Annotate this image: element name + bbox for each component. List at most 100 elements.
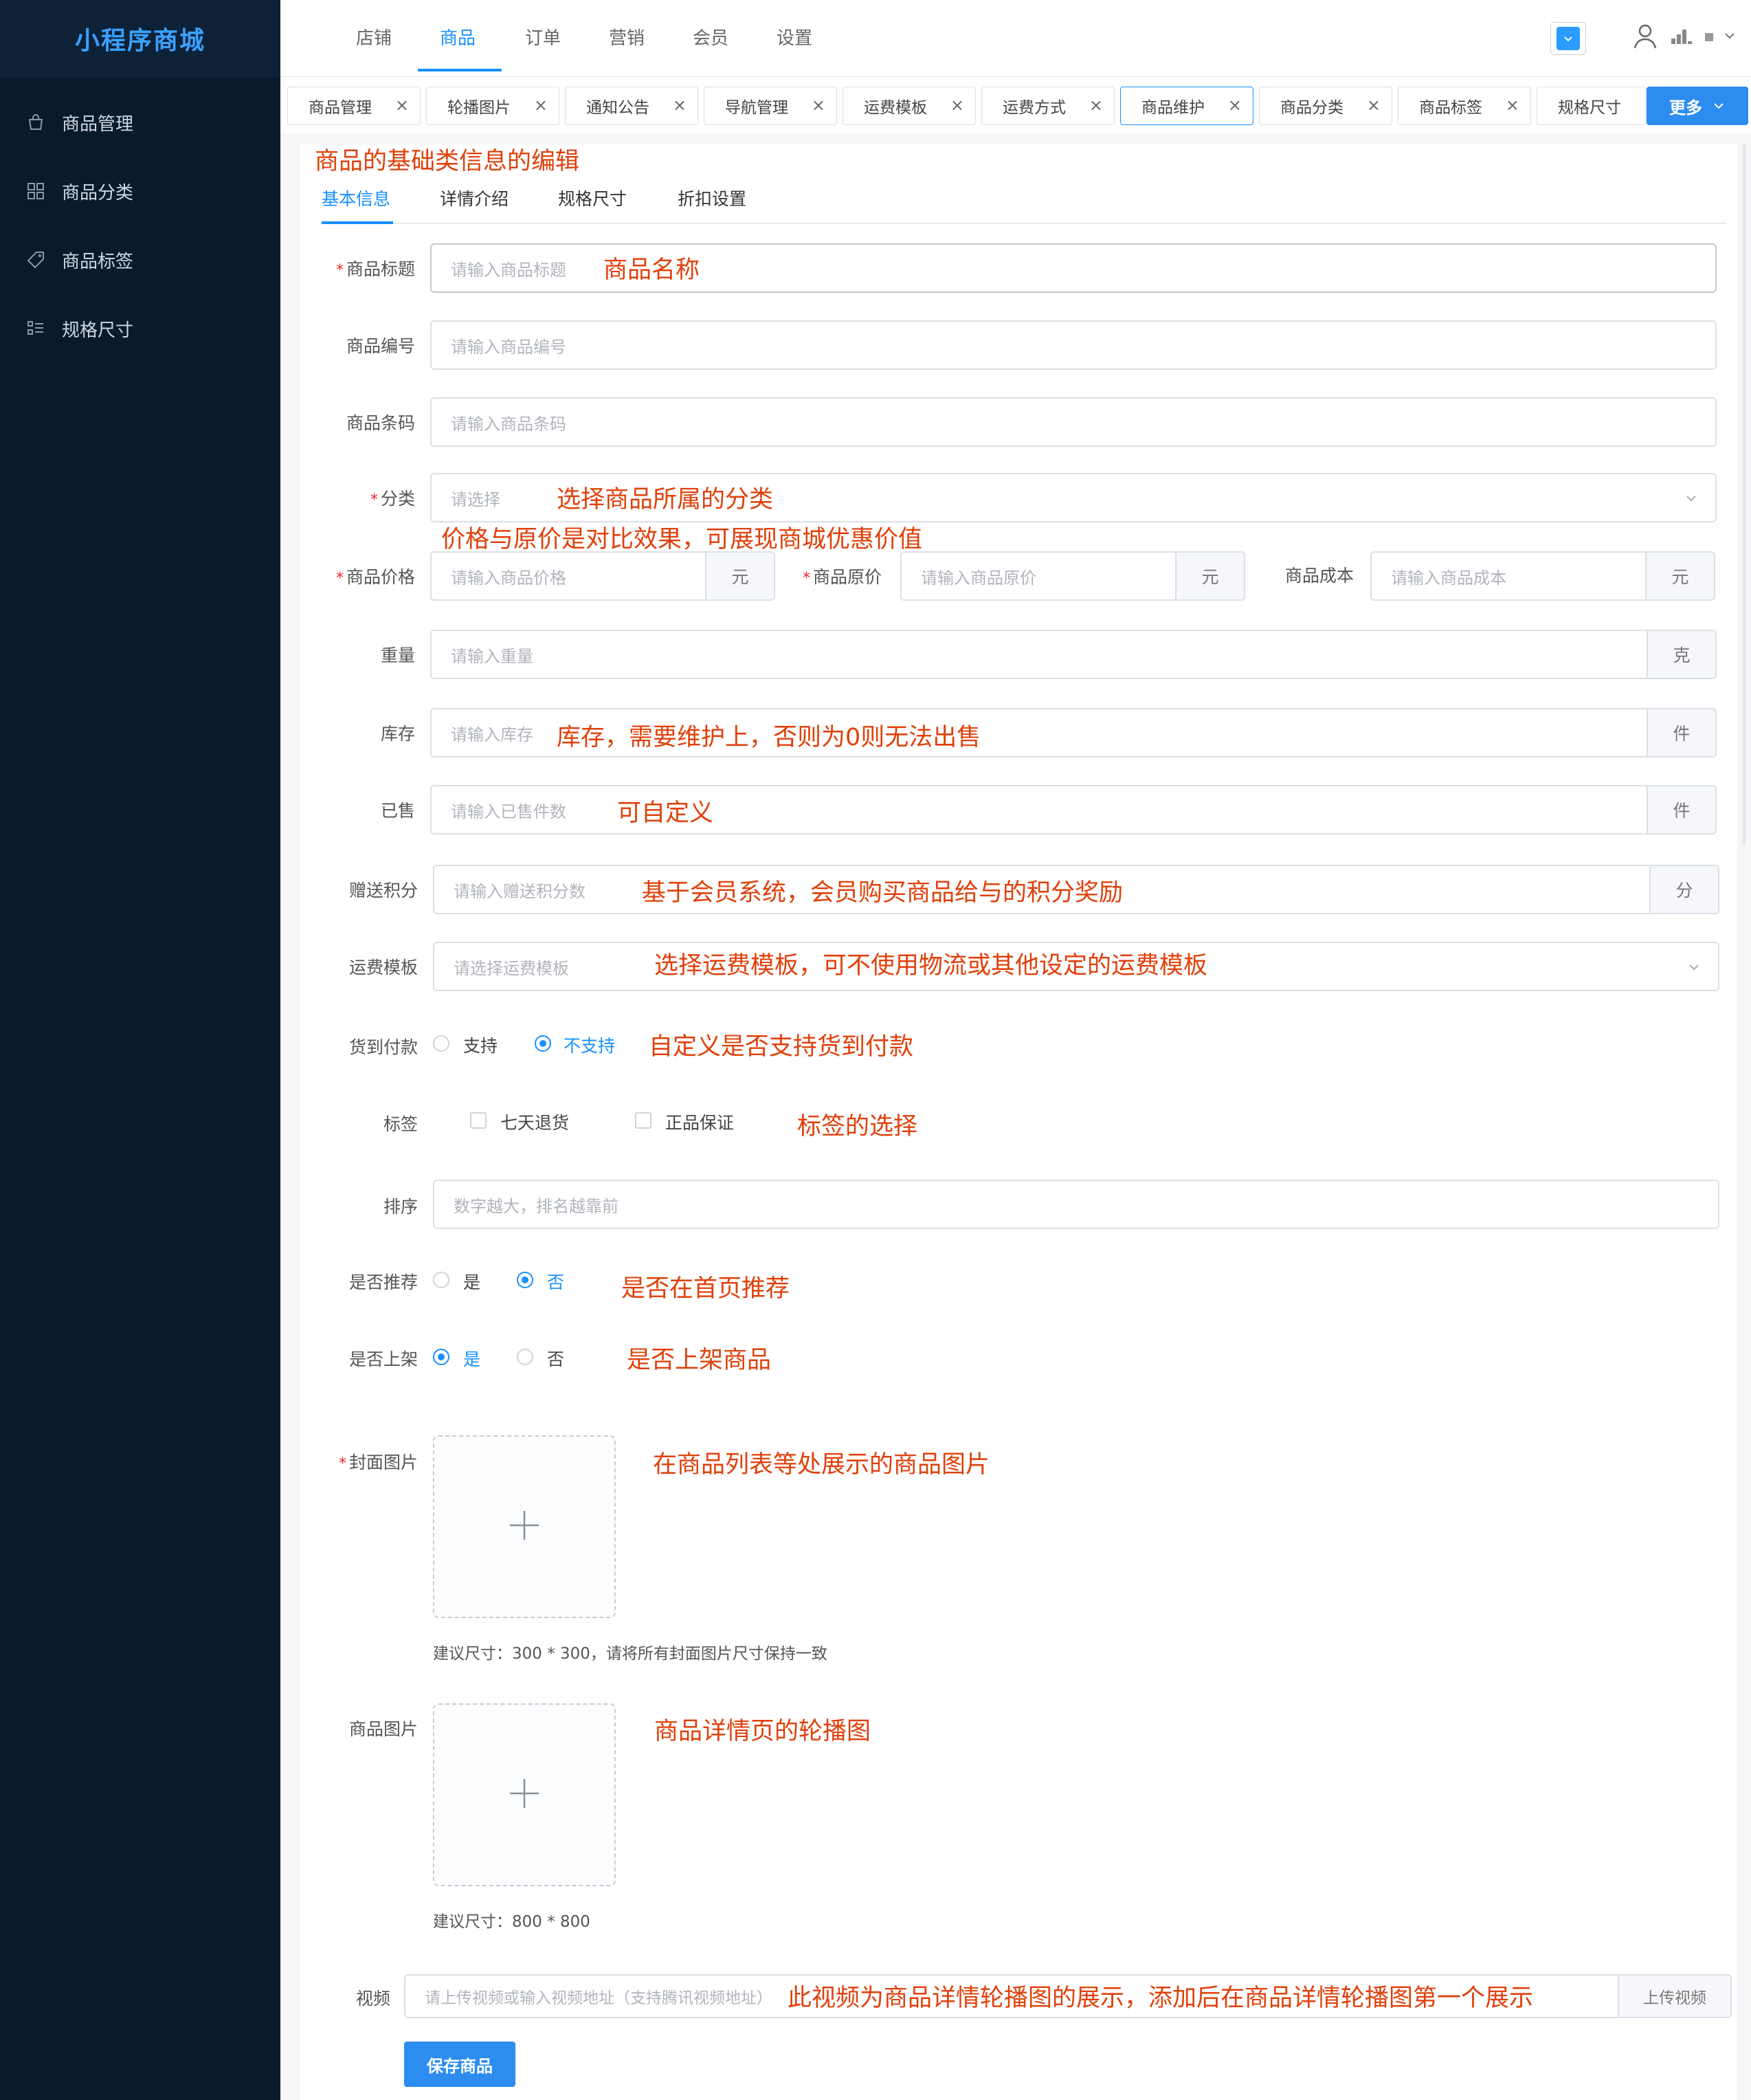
- barcode-input[interactable]: 请输入商品条码: [430, 397, 1717, 447]
- sidebar: 小程序商城 商品管理 商品分类 商品标签 规格尺寸: [0, 0, 280, 2100]
- close-icon[interactable]: ×: [950, 96, 964, 115]
- onsale-no-radio[interactable]: [517, 1349, 533, 1365]
- cost-input[interactable]: 请输入商品成本: [1370, 551, 1647, 601]
- tab-product-category[interactable]: 商品分类 ×: [1259, 87, 1392, 125]
- signal-bars-icon: [1670, 26, 1693, 48]
- user-menu[interactable]: [1630, 16, 1751, 58]
- more-tabs-button[interactable]: 更多: [1647, 87, 1748, 125]
- cod-label: 货到付款: [348, 1037, 418, 1057]
- app-logo[interactable]: 小程序商城: [75, 21, 205, 56]
- close-icon[interactable]: ×: [1367, 96, 1381, 115]
- tags-label: 标签: [383, 1114, 418, 1134]
- sidebar-item-product-category[interactable]: 商品分类: [0, 157, 280, 225]
- tab-label: 商品标签: [1419, 99, 1482, 117]
- code-input[interactable]: 请输入商品编号: [430, 320, 1717, 370]
- sidebar-item-label: 商品标签: [62, 251, 134, 272]
- close-icon[interactable]: ×: [812, 96, 825, 115]
- nav-item-orders[interactable]: 订单: [525, 0, 561, 73]
- sidebar-item-spec-size[interactable]: 规格尺寸: [0, 294, 280, 363]
- annotation-video: 此视频为商品详情轮播图的展示，添加后在商品详情轮播图第一个展示: [788, 1978, 1534, 2013]
- weight-input[interactable]: 请输入重量: [430, 630, 1648, 679]
- close-icon[interactable]: ×: [534, 96, 548, 115]
- nav-item-product[interactable]: 商品: [440, 0, 476, 73]
- annotation-header: 商品的基础类信息的编辑: [315, 148, 580, 175]
- price-input[interactable]: 请输入商品价格: [430, 551, 706, 601]
- cost-label: 商品成本: [1285, 566, 1354, 586]
- tab-carousel-images[interactable]: 轮播图片 ×: [426, 87, 559, 125]
- close-icon[interactable]: ×: [1506, 96, 1519, 115]
- tab-notices[interactable]: 通知公告 ×: [565, 87, 698, 125]
- title-label: * 商品标题: [336, 256, 415, 280]
- tab-shipping-method[interactable]: 运费方式 ×: [981, 87, 1115, 125]
- tag-authentic-label[interactable]: 正品保证: [665, 1109, 734, 1134]
- sidebar-menu: 商品管理 商品分类 商品标签 规格尺寸: [0, 77, 280, 363]
- plus-icon: [509, 1778, 540, 1812]
- tab-product-maintenance[interactable]: 商品维护 ×: [1120, 87, 1253, 125]
- scrollbar[interactable]: [1743, 144, 1746, 845]
- tab-spec-size[interactable]: 规格尺寸: [1537, 87, 1647, 125]
- recommend-no-radio[interactable]: [517, 1272, 533, 1288]
- shipping-placeholder: 请选择运费模板: [454, 958, 569, 978]
- required-mark: *: [803, 570, 810, 587]
- chevron-down-icon: [1557, 27, 1580, 50]
- cod-unsupport-radio[interactable]: [535, 1035, 551, 1052]
- nav-item-store[interactable]: 店铺: [356, 0, 392, 73]
- cod-support-radio[interactable]: [433, 1035, 449, 1052]
- close-icon[interactable]: ×: [1089, 96, 1103, 115]
- cost-unit: 元: [1645, 551, 1715, 601]
- cod-support-label[interactable]: 支持: [463, 1032, 498, 1057]
- tab-navigation-management[interactable]: 导航管理 ×: [704, 87, 837, 125]
- more-label: 更多: [1669, 98, 1702, 118]
- nav-item-settings[interactable]: 设置: [777, 0, 812, 73]
- original-price-label-text: 商品原价: [813, 567, 882, 587]
- chevron-down-icon: [1722, 28, 1737, 46]
- sidebar-item-label: 商品分类: [62, 182, 134, 203]
- images-upload-button[interactable]: [433, 1703, 616, 1886]
- tab-shipping-template[interactable]: 运费模板 ×: [843, 87, 976, 125]
- annotation-cod: 自定义是否支持货到付款: [649, 1033, 914, 1061]
- nav-item-members[interactable]: 会员: [693, 0, 728, 73]
- required-mark: *: [335, 570, 344, 587]
- sold-input[interactable]: 请输入已售件数: [430, 785, 1648, 835]
- recommend-label: 是否推荐: [348, 1272, 418, 1292]
- subtab-spec[interactable]: 规格尺寸: [558, 186, 627, 210]
- subtab-basic-info[interactable]: 基本信息: [322, 186, 390, 210]
- subtab-detail[interactable]: 详情介绍: [440, 186, 509, 210]
- sort-input[interactable]: 数字越大，排名越靠前: [433, 1180, 1719, 1229]
- recommend-yes-radio[interactable]: [433, 1272, 449, 1288]
- tag-authentic-checkbox[interactable]: [635, 1112, 651, 1129]
- top-nav: 店铺 商品 订单 营销 会员 设置: [280, 0, 1751, 77]
- weight-label: 重量: [380, 645, 415, 665]
- onsale-no-label[interactable]: 否: [547, 1346, 564, 1371]
- nav-item-marketing[interactable]: 营销: [609, 0, 645, 73]
- original-price-placeholder: 请输入商品原价: [921, 568, 1036, 588]
- tab-product-tag[interactable]: 商品标签 ×: [1398, 87, 1531, 125]
- onsale-yes-label[interactable]: 是: [463, 1346, 480, 1371]
- category-label: * 分类: [370, 485, 415, 510]
- tag-seven-day-return-checkbox[interactable]: [470, 1112, 487, 1129]
- original-price-input[interactable]: 请输入商品原价: [900, 551, 1176, 601]
- close-icon[interactable]: ×: [395, 96, 409, 115]
- cover-label: * 封面图片: [339, 1449, 418, 1474]
- stock-label: 库存: [380, 724, 415, 744]
- tag-seven-day-return-label[interactable]: 七天退货: [500, 1109, 569, 1134]
- sidebar-item-product-tag[interactable]: 商品标签: [0, 225, 280, 294]
- onsale-yes-radio[interactable]: [433, 1349, 449, 1365]
- subtab-discount[interactable]: 折扣设置: [678, 186, 746, 210]
- video-label: 视频: [355, 1989, 390, 2009]
- upload-video-button[interactable]: 上传视频: [1618, 1974, 1732, 2018]
- recommend-no-label[interactable]: 否: [547, 1269, 564, 1294]
- tab-product-management[interactable]: 商品管理 ×: [287, 87, 421, 125]
- recommend-yes-label[interactable]: 是: [463, 1269, 480, 1294]
- sidebar-item-product-management[interactable]: 商品管理: [0, 88, 280, 157]
- tab-label: 规格尺寸: [1558, 99, 1621, 117]
- code-label: 商品编号: [346, 336, 415, 356]
- save-product-button[interactable]: 保存商品: [404, 2042, 515, 2087]
- cover-upload-button[interactable]: [433, 1435, 616, 1618]
- close-icon[interactable]: ×: [673, 96, 687, 115]
- close-icon[interactable]: ×: [1228, 96, 1242, 115]
- original-price-unit: 元: [1175, 551, 1245, 601]
- cod-unsupport-label[interactable]: 不支持: [564, 1032, 615, 1057]
- annotation-onsale: 是否上架商品: [627, 1347, 772, 1374]
- dropdown-toggle-button[interactable]: [1550, 22, 1586, 55]
